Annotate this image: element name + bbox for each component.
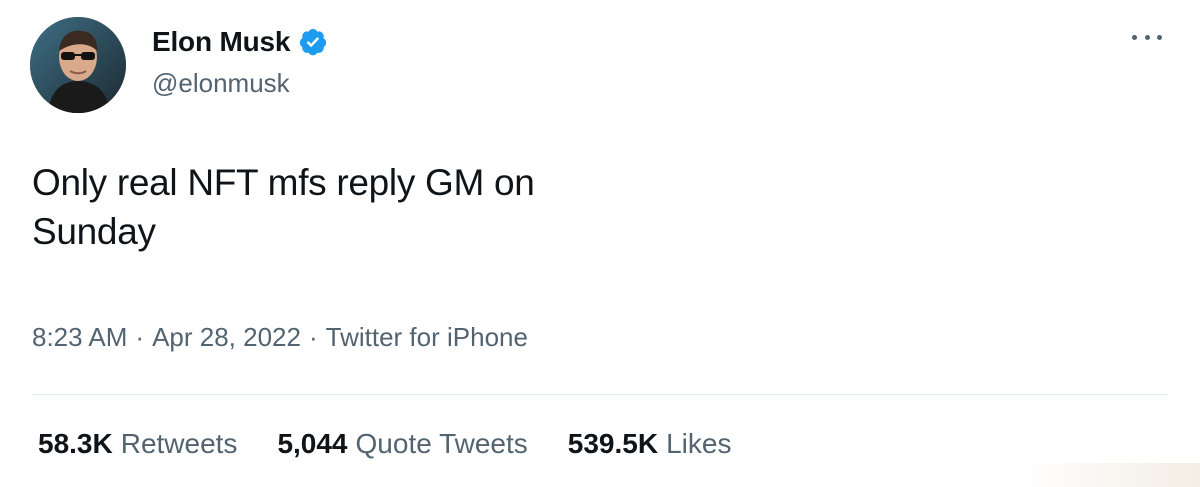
like-label: Likes — [666, 428, 732, 459]
dot — [1132, 34, 1137, 40]
dot — [1144, 34, 1150, 40]
profile-photo-icon — [30, 17, 126, 113]
more-options-icon[interactable] — [1132, 32, 1162, 42]
engagement-stats: 58.3K Retweets 5,044 Quote Tweets 539.5K… — [38, 428, 731, 460]
verified-badge-icon — [300, 29, 327, 56]
tweet-source[interactable]: Twitter for iPhone — [326, 322, 528, 353]
tweet-meta: 8:23 AM · Apr 28, 2022 · Twitter for iPh… — [32, 322, 528, 353]
username-handle[interactable]: @elonmusk — [152, 68, 290, 99]
tweet-time[interactable]: 8:23 AM — [32, 322, 127, 353]
quote-tweet-label: Quote Tweets — [355, 428, 528, 459]
retweet-count: 58.3K — [38, 428, 113, 459]
dot — [1157, 34, 1162, 40]
divider — [32, 394, 1168, 395]
display-name[interactable]: Elon Musk — [152, 26, 290, 58]
author-name-row: Elon Musk — [152, 24, 328, 60]
like-count: 539.5K — [567, 428, 659, 459]
tweet-date[interactable]: Apr 28, 2022 — [152, 322, 301, 353]
retweets-stat[interactable]: 58.3K Retweets — [38, 428, 237, 460]
retweet-label: Retweets — [120, 428, 238, 459]
image-edge-shading — [1020, 463, 1200, 487]
avatar[interactable] — [30, 17, 126, 113]
meta-separator: · — [135, 322, 145, 352]
likes-stat[interactable]: 539.5K Likes — [568, 428, 732, 460]
meta-separator: · — [308, 322, 318, 352]
quote-tweet-count: 5,044 — [277, 428, 348, 459]
tweet-text: Only real NFT mfs reply GM on Sunday — [32, 162, 535, 252]
tweet-card: Elon Musk @elonmusk Only real NFT mfs re… — [0, 0, 1200, 487]
quote-tweets-stat[interactable]: 5,044 Quote Tweets — [277, 428, 527, 460]
